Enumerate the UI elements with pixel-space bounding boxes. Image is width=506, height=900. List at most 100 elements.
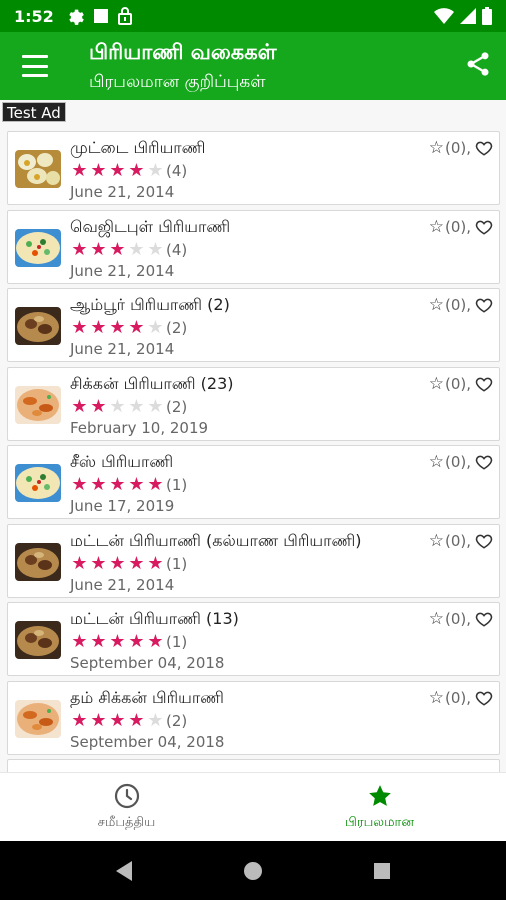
rating-star: ★ bbox=[128, 474, 145, 495]
recipe-thumbnail bbox=[15, 542, 61, 581]
rating-star: ★ bbox=[147, 552, 164, 574]
favorite-count: (0), bbox=[444, 688, 471, 707]
recipe-title: வெஜிடபுள் பிரியாணி bbox=[70, 216, 231, 236]
recipe-thumbnail bbox=[15, 699, 61, 738]
heart-icon[interactable] bbox=[475, 532, 493, 550]
rating-star: ★ bbox=[90, 317, 107, 338]
recipe-rating: ★ ★ ★ ★ ★ (4) bbox=[70, 161, 187, 181]
rating-star: ★ bbox=[147, 238, 164, 260]
recipe-title: மட்டன் பிரியாணி (13) bbox=[70, 609, 239, 628]
heart-icon[interactable] bbox=[475, 218, 493, 236]
hamburger-menu-icon[interactable] bbox=[20, 52, 50, 80]
recipe-card[interactable]: சீஸ் பிரியாணி ★ ★ ★ ★ ★ (1) June 17, 2019 ☆ … bbox=[7, 445, 500, 519]
heart-icon[interactable] bbox=[475, 610, 493, 628]
home-button[interactable] bbox=[233, 851, 273, 891]
nav-item-recent[interactable]: சமீபத்திய bbox=[0, 773, 253, 841]
rating-star: ★ bbox=[147, 709, 164, 731]
recipe-title: ஆம்பூர் பிரியாணி (2) bbox=[70, 295, 230, 314]
rate-star-icon[interactable]: ☆ bbox=[429, 531, 444, 551]
rating-star: ★ bbox=[147, 160, 164, 181]
page-subtitle: பிரபலமான குறிப்புகள் bbox=[89, 72, 266, 92]
rating-star: ★ bbox=[128, 317, 145, 338]
rating-star: ★ bbox=[128, 631, 145, 652]
lock-icon bbox=[117, 7, 132, 25]
rating-count: (4) bbox=[166, 162, 188, 180]
recipe-card[interactable]: மட்டன் பிரியாணி (கல்யாண பிரியாணி) ★ ★ ★ ★ ★ … bbox=[7, 523, 500, 598]
recipe-rating: ★ ★ ★ ★ ★ (2) bbox=[70, 709, 188, 731]
recents-square-icon bbox=[373, 862, 390, 879]
system-navigation-bar bbox=[0, 841, 506, 900]
recipe-rating: ★ ★ ★ ★ ★ (1) bbox=[70, 552, 188, 574]
test-ad-label[interactable]: Test Ad bbox=[2, 102, 66, 122]
recipe-date: June 21, 2014 bbox=[70, 340, 175, 358]
recipe-thumbnail bbox=[15, 150, 61, 188]
heart-icon[interactable] bbox=[475, 375, 493, 393]
recipe-card[interactable]: சிக்கன் பிரியாணி (23) ★ ★ ★ ★ ★ (2) February… bbox=[7, 366, 500, 441]
favorite-controls: ☆ (0), bbox=[429, 531, 493, 551]
star-icon bbox=[368, 785, 391, 806]
heart-icon[interactable] bbox=[475, 139, 493, 157]
heart-icon[interactable] bbox=[475, 453, 493, 471]
rate-star-icon[interactable]: ☆ bbox=[429, 217, 444, 237]
recipe-list[interactable]: Test Ad முட்டை பிரியாணி ★ ★ ★ ★ ★ (4) June 2… bbox=[0, 100, 506, 772]
recipe-rating: ★ ★ ★ ★ ★ (1) bbox=[70, 632, 187, 652]
recipe-rating: ★ ★ ★ ★ ★ (4) bbox=[70, 238, 188, 260]
favorite-controls: ☆ (0), bbox=[429, 452, 493, 472]
rating-star: ★ bbox=[147, 474, 164, 495]
favorite-controls: ☆ (0), bbox=[429, 295, 493, 315]
recipe-card-partial[interactable] bbox=[7, 759, 500, 772]
rate-star-icon[interactable]: ☆ bbox=[429, 374, 444, 394]
rating-stars: ★ ★ ★ ★ ★ bbox=[70, 709, 165, 731]
rating-star: ★ bbox=[90, 238, 107, 260]
rate-star-icon[interactable]: ☆ bbox=[429, 452, 444, 472]
rate-star-icon[interactable]: ☆ bbox=[429, 138, 444, 158]
rating-star: ★ bbox=[128, 709, 145, 731]
app-bar: பிரியாணி வகைகள் பிரபலமான குறிப்புகள் bbox=[0, 32, 506, 100]
recipe-thumbnail bbox=[15, 621, 61, 659]
rating-star: ★ bbox=[147, 395, 164, 417]
heart-icon[interactable] bbox=[475, 689, 493, 707]
rating-count: (4) bbox=[166, 240, 188, 259]
recipe-card[interactable]: ஆம்பூர் பிரியாணி (2) ★ ★ ★ ★ ★ (2) June 21, … bbox=[7, 288, 500, 362]
recipe-thumbnail bbox=[15, 307, 61, 345]
recipe-card[interactable]: தம் சிக்கன் பிரியாணி ★ ★ ★ ★ ★ (2) September… bbox=[7, 680, 500, 755]
rating-star: ★ bbox=[109, 317, 126, 338]
recipe-card[interactable]: மட்டன் பிரியாணி (13) ★ ★ ★ ★ ★ (1) September… bbox=[7, 602, 500, 676]
recipe-date: June 21, 2014 bbox=[70, 183, 175, 201]
recipe-title: முட்டை பிரியாணி bbox=[70, 138, 206, 157]
recipe-card[interactable]: வெஜிடபுள் பிரியாணி ★ ★ ★ ★ ★ (4) June 21, 20… bbox=[7, 209, 500, 284]
rate-star-icon[interactable]: ☆ bbox=[429, 609, 444, 629]
rating-stars: ★ ★ ★ ★ ★ bbox=[70, 395, 165, 417]
rating-star: ★ bbox=[71, 395, 88, 417]
rate-star-icon[interactable]: ☆ bbox=[429, 688, 444, 708]
rating-star: ★ bbox=[90, 160, 107, 181]
heart-icon[interactable] bbox=[475, 296, 493, 314]
recipe-card[interactable]: முட்டை பிரியாணி ★ ★ ★ ★ ★ (4) June 21, 2014 … bbox=[7, 131, 500, 205]
rating-count: (2) bbox=[166, 711, 188, 730]
cell-signal-icon bbox=[460, 8, 476, 24]
recipe-date: September 04, 2018 bbox=[70, 654, 225, 672]
back-triangle-icon bbox=[116, 860, 133, 881]
favorite-count: (0), bbox=[444, 296, 471, 314]
recipe-title: மட்டன் பிரியாணி (கல்யாண பிரியாணி) bbox=[70, 530, 362, 550]
favorite-count: (0), bbox=[444, 139, 471, 157]
rating-star: ★ bbox=[109, 238, 126, 260]
recipe-date: June 21, 2014 bbox=[70, 575, 175, 594]
rating-count: (1) bbox=[166, 554, 188, 573]
rate-star-icon[interactable]: ☆ bbox=[429, 295, 444, 315]
rating-star: ★ bbox=[128, 160, 145, 181]
rating-stars: ★ ★ ★ ★ ★ bbox=[70, 238, 165, 260]
recipe-thumbnail bbox=[15, 385, 61, 424]
back-button[interactable] bbox=[104, 851, 144, 891]
rating-star: ★ bbox=[109, 160, 126, 181]
share-icon[interactable] bbox=[464, 50, 492, 78]
rating-star: ★ bbox=[128, 552, 145, 574]
recipe-date: February 10, 2019 bbox=[70, 418, 209, 437]
home-circle-icon bbox=[243, 861, 262, 880]
rating-star: ★ bbox=[90, 395, 107, 417]
recipe-thumbnail bbox=[15, 464, 61, 502]
rating-stars: ★ ★ ★ ★ ★ bbox=[70, 475, 165, 495]
recents-button[interactable] bbox=[362, 851, 402, 891]
nav-item-popular[interactable]: பிரபலமான bbox=[253, 773, 506, 841]
nav-label-recent: சமீபத்திய bbox=[97, 815, 156, 830]
